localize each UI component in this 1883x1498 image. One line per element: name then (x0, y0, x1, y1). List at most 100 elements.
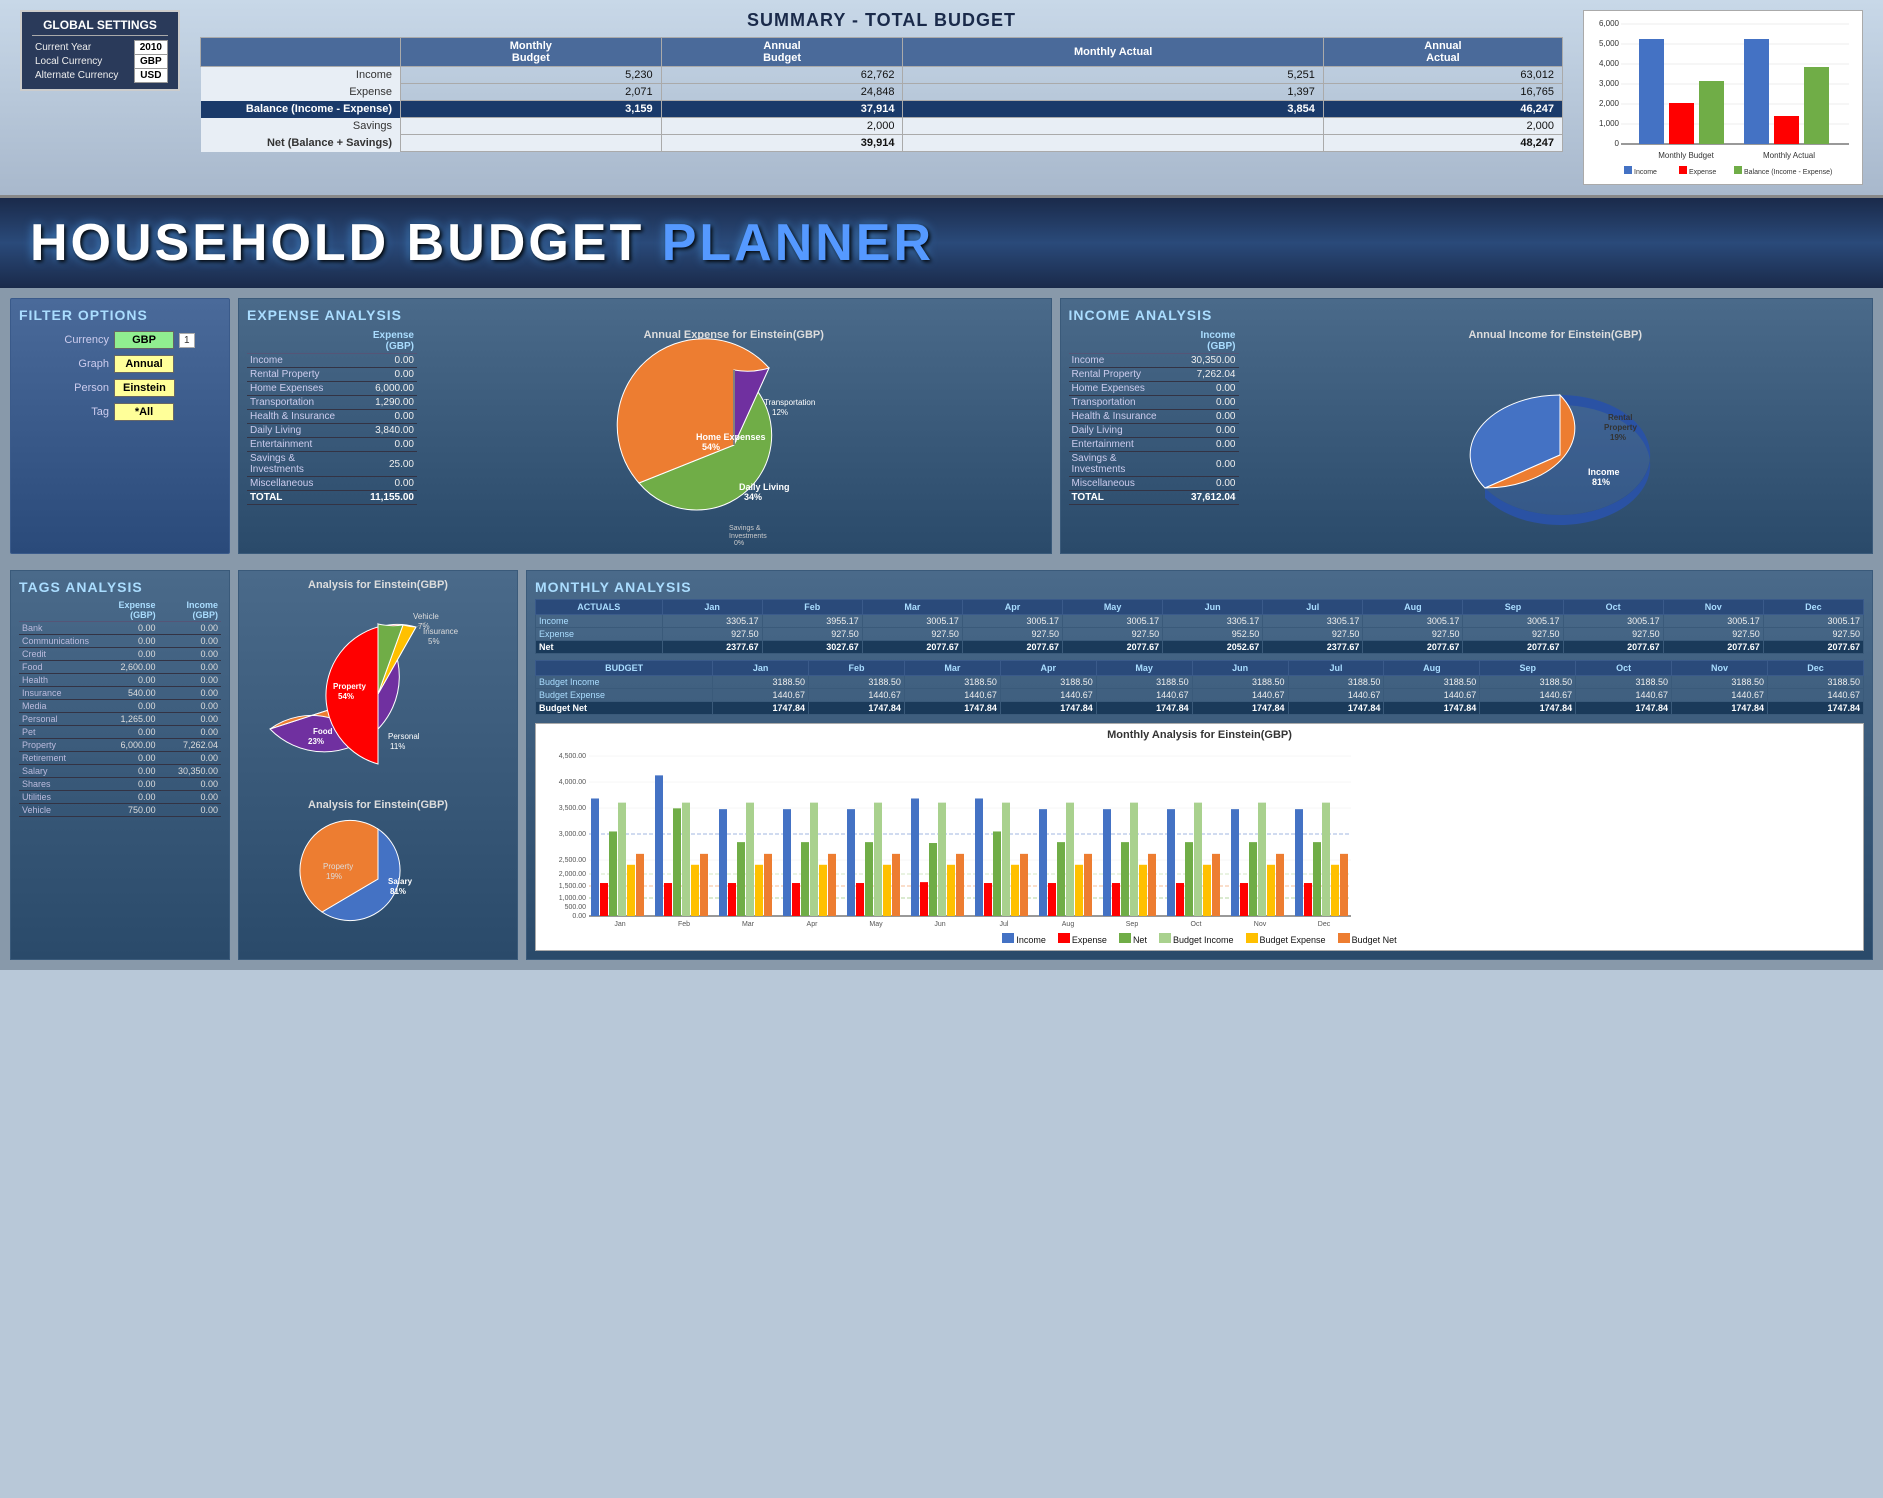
income-row: Income 5,230 62,762 5,251 63,012 (201, 67, 1563, 84)
main-content: FILTER OPTIONS Currency GBP 1 Graph Annu… (0, 288, 1883, 970)
table-row: Utilities0.000.00 (19, 791, 221, 804)
table-row: Media0.000.00 (19, 700, 221, 713)
svg-text:4,000: 4,000 (1599, 59, 1620, 68)
svg-text:1,500.00: 1,500.00 (559, 883, 586, 890)
table-row: Shares0.000.00 (19, 778, 221, 791)
svg-text:Monthly Actual: Monthly Actual (1763, 151, 1815, 160)
tags-pie2-title: Analysis for Einstein(GBP) (308, 799, 448, 811)
svg-text:Income: Income (1588, 467, 1620, 477)
svg-text:Jun: Jun (934, 921, 945, 928)
svg-text:3,000.00: 3,000.00 (559, 831, 586, 838)
row2: TAGS ANALYSIS Expense (GBP) Income (GBP)… (10, 562, 1873, 960)
svg-text:Aug: Aug (1062, 921, 1075, 928)
tags-charts-panel: Analysis for Einstein(GBP) Property 54% … (238, 570, 518, 960)
expense-table: Expense (GBP) Income0.00Rental Property0… (247, 329, 417, 545)
table-row: Bank0.000.00 (19, 622, 221, 635)
monthly-chart-svg: 4,500.00 4,000.00 3,500.00 3,000.00 2,50… (541, 746, 1361, 926)
person-label: Person (19, 382, 109, 394)
svg-text:2,000: 2,000 (1599, 99, 1620, 108)
app-title: HOUSEHOLD BUDGET PLANNER (30, 213, 934, 273)
svg-text:2,000.00: 2,000.00 (559, 871, 586, 878)
svg-text:Property: Property (333, 682, 366, 691)
svg-text:0: 0 (1615, 139, 1620, 148)
col-annual-budget: AnnualBudget (661, 38, 903, 67)
table-row: Personal1,265.000.00 (19, 713, 221, 726)
currency-filter-row: Currency GBP 1 (19, 331, 221, 349)
col-monthly-budget: MonthlyBudget (401, 38, 662, 67)
currency-value[interactable]: GBP (114, 331, 174, 349)
monthly-analysis-panel: MONTHLY ANALYSIS ACTUALS JanFebMar AprMa… (526, 570, 1873, 960)
summary-table: MonthlyBudget AnnualBudget Monthly Actua… (200, 37, 1563, 152)
monthly-chart-legend: Income Expense Net Budget Income Budget … (541, 933, 1858, 945)
svg-text:6,000: 6,000 (1599, 19, 1620, 28)
graph-value[interactable]: Annual (114, 355, 174, 373)
income-analysis-title: INCOME ANALYSIS (1069, 307, 1865, 323)
table-row: Insurance540.000.00 (19, 687, 221, 700)
svg-text:81%: 81% (390, 887, 406, 896)
expense-analysis-inner: Expense (GBP) Income0.00Rental Property0… (247, 329, 1043, 545)
savings-row: Savings 2,000 2,000 (201, 118, 1563, 135)
svg-text:Dec: Dec (1318, 921, 1331, 928)
svg-text:Sep: Sep (1126, 921, 1139, 928)
svg-text:Jan: Jan (614, 921, 625, 928)
monthly-chart-title: Monthly Analysis for Einstein(GBP) (541, 729, 1858, 741)
table-row: Health0.000.00 (19, 674, 221, 687)
svg-text:Property: Property (1604, 423, 1637, 432)
expense-pie-svg: Home Expenses 54% Daily Living 34% Trans… (624, 345, 844, 545)
tags-pie2-svg: Salary 81% Property 19% (258, 824, 498, 939)
svg-text:Vehicle: Vehicle (413, 612, 439, 621)
svg-text:5%: 5% (428, 637, 440, 646)
svg-text:Mar: Mar (742, 921, 755, 928)
svg-text:12%: 12% (772, 408, 788, 417)
svg-text:Personal: Personal (388, 732, 420, 741)
currency-badge: 1 (179, 333, 195, 348)
table-row: Communications0.000.00 (19, 635, 221, 648)
graph-filter-row: Graph Annual (19, 355, 221, 373)
tag-value[interactable]: *All (114, 403, 174, 421)
svg-text:Nov: Nov (1254, 921, 1267, 928)
title-white: HOUSEHOLD BUDGET (30, 214, 662, 272)
svg-text:Rental: Rental (1608, 413, 1632, 422)
expense-analysis-panel: EXPENSE ANALYSIS Expense (GBP) Income0.0… (238, 298, 1052, 554)
table-row: Vehicle750.000.00 (19, 804, 221, 817)
expense-analysis-title: EXPENSE ANALYSIS (247, 307, 1043, 323)
svg-text:3,000: 3,000 (1599, 79, 1620, 88)
svg-text:Property: Property (323, 862, 353, 871)
svg-text:2,500.00: 2,500.00 (559, 857, 586, 864)
svg-text:Expense: Expense (1689, 169, 1716, 176)
tags-pie1-title: Analysis for Einstein(GBP) (308, 579, 448, 591)
svg-text:5,000: 5,000 (1599, 39, 1620, 48)
svg-text:3,500.00: 3,500.00 (559, 805, 586, 812)
summary-title: SUMMARY - TOTAL BUDGET (200, 10, 1563, 31)
expense-pie-title: Annual Expense for Einstein(GBP) (644, 329, 824, 341)
monthly-analysis-title: MONTHLY ANALYSIS (535, 579, 1864, 595)
person-filter-row: Person Einstein (19, 379, 221, 397)
person-value[interactable]: Einstein (114, 379, 175, 397)
budget-table: BUDGET JanFebMar AprMayJun JulAugSep Oct… (535, 660, 1864, 715)
net-row: Net (Balance + Savings) 39,914 48,247 (201, 135, 1563, 152)
svg-text:23%: 23% (308, 737, 324, 746)
monthly-chart-container: Monthly Analysis for Einstein(GBP) 4,500… (535, 723, 1864, 951)
svg-text:Transportation: Transportation (764, 398, 815, 407)
title-banner: HOUSEHOLD BUDGET PLANNER (0, 198, 1883, 288)
svg-text:Apr: Apr (807, 921, 819, 928)
svg-text:Jul: Jul (1000, 921, 1009, 928)
tags-table: Expense (GBP) Income (GBP) Bank0.000.00C… (19, 599, 221, 817)
summary-section: SUMMARY - TOTAL BUDGET MonthlyBudget Ann… (200, 10, 1563, 152)
svg-text:1,000: 1,000 (1599, 119, 1620, 128)
income-pie-title: Annual Income for Einstein(GBP) (1468, 329, 1642, 341)
tag-filter-row: Tag *All (19, 403, 221, 421)
row1: FILTER OPTIONS Currency GBP 1 Graph Annu… (10, 298, 1873, 554)
table-row: Retirement0.000.00 (19, 752, 221, 765)
svg-text:4,500.00: 4,500.00 (559, 753, 586, 760)
col-monthly-actual: Monthly Actual (903, 38, 1323, 67)
actuals-table: ACTUALS JanFebMar AprMayJun JulAugSep Oc… (535, 599, 1864, 654)
summary-bar-chart-svg: 6,000 5,000 4,000 3,000 2,000 1,000 0 (1589, 16, 1859, 176)
svg-text:Salary: Salary (388, 877, 413, 886)
svg-text:Food: Food (313, 727, 333, 736)
global-settings-title: GLOBAL SETTINGS (32, 18, 168, 36)
svg-text:34%: 34% (744, 492, 762, 502)
expense-pie-chart-area: Annual Expense for Einstein(GBP) H (425, 329, 1043, 545)
svg-text:19%: 19% (1610, 433, 1626, 442)
svg-text:0.00: 0.00 (572, 913, 586, 920)
